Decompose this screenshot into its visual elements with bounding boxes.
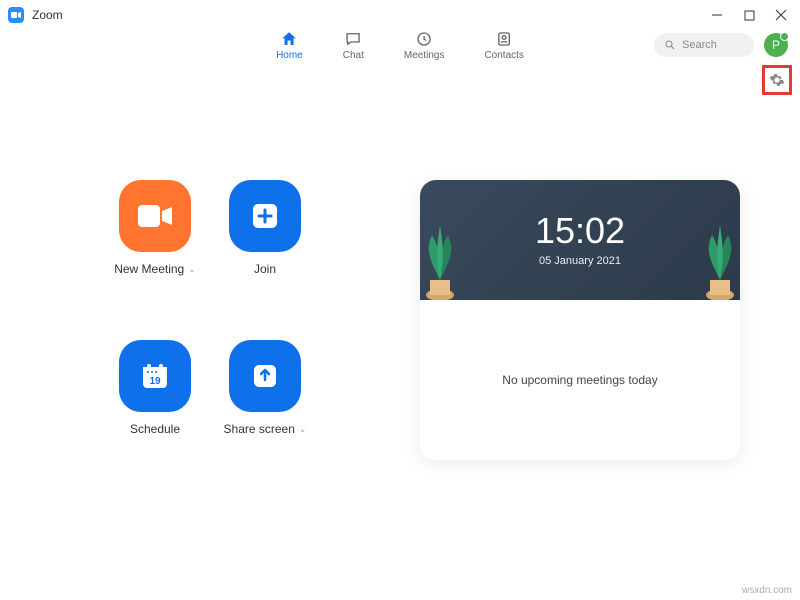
svg-text:19: 19 (149, 376, 161, 387)
home-icon (280, 30, 298, 48)
chat-icon (344, 30, 362, 48)
tab-home-label: Home (276, 50, 303, 61)
clock-time: 15:02 (535, 213, 625, 249)
avatar-initial: P (772, 38, 780, 52)
app-icon (8, 7, 24, 23)
zoom-logo-icon (11, 12, 21, 18)
tab-chat-label: Chat (343, 50, 364, 61)
join-button[interactable]: Join (210, 180, 320, 300)
upcoming-body: No upcoming meetings today (420, 300, 740, 460)
settings-button[interactable] (767, 70, 787, 90)
avatar[interactable]: P (764, 33, 788, 57)
search-input[interactable]: Search (654, 33, 754, 57)
top-nav: Home Chat Meetings Contacts Search P (0, 30, 800, 60)
tab-meetings[interactable]: Meetings (404, 30, 445, 61)
tab-contacts-label: Contacts (484, 50, 523, 61)
search-icon (664, 39, 676, 51)
no-meetings-text: No upcoming meetings today (502, 373, 657, 387)
new-meeting-button[interactable]: New Meeting ⌄ (100, 180, 210, 300)
share-screen-label: Share screen ⌄ (224, 422, 307, 436)
share-screen-button[interactable]: Share screen ⌄ (210, 340, 320, 460)
gear-icon (769, 72, 785, 88)
clock-date: 05 January 2021 (539, 255, 621, 267)
plant-decoration-left (420, 210, 480, 300)
chevron-down-icon: ⌄ (299, 424, 307, 435)
schedule-label: Schedule (130, 422, 180, 436)
chevron-down-icon: ⌄ (188, 264, 196, 275)
clock-panel: 15:02 05 January 2021 (420, 180, 740, 300)
maximize-button[interactable] (742, 8, 756, 22)
nav-right: Search P (654, 33, 788, 57)
minimize-button[interactable] (710, 8, 724, 22)
plant-decoration-right (680, 210, 740, 300)
contacts-icon (495, 30, 513, 48)
plus-icon (229, 180, 301, 252)
schedule-button[interactable]: 19 Schedule (100, 340, 210, 460)
share-icon (229, 340, 301, 412)
window-controls (710, 8, 788, 22)
upcoming-card: 15:02 05 January 2021 No upcoming meetin… (420, 180, 740, 460)
titlebar: Zoom (0, 0, 800, 30)
video-icon (119, 180, 191, 252)
tab-chat[interactable]: Chat (343, 30, 364, 61)
tab-meetings-label: Meetings (404, 50, 445, 61)
action-grid: New Meeting ⌄ Join 19 Schedule Share scr… (100, 180, 320, 460)
footer-text: wsxdn.com (742, 585, 792, 596)
tab-home[interactable]: Home (276, 30, 303, 61)
close-button[interactable] (774, 8, 788, 22)
calendar-icon: 19 (119, 340, 191, 412)
new-meeting-label: New Meeting ⌄ (114, 262, 196, 276)
main-content: New Meeting ⌄ Join 19 Schedule Share scr… (0, 60, 800, 460)
clock-icon (415, 30, 433, 48)
search-placeholder: Search (682, 39, 717, 51)
settings-highlight (762, 65, 792, 95)
tab-contacts[interactable]: Contacts (484, 30, 523, 61)
join-label: Join (254, 262, 276, 276)
window-title: Zoom (32, 8, 710, 22)
nav-tabs: Home Chat Meetings Contacts (276, 30, 524, 61)
